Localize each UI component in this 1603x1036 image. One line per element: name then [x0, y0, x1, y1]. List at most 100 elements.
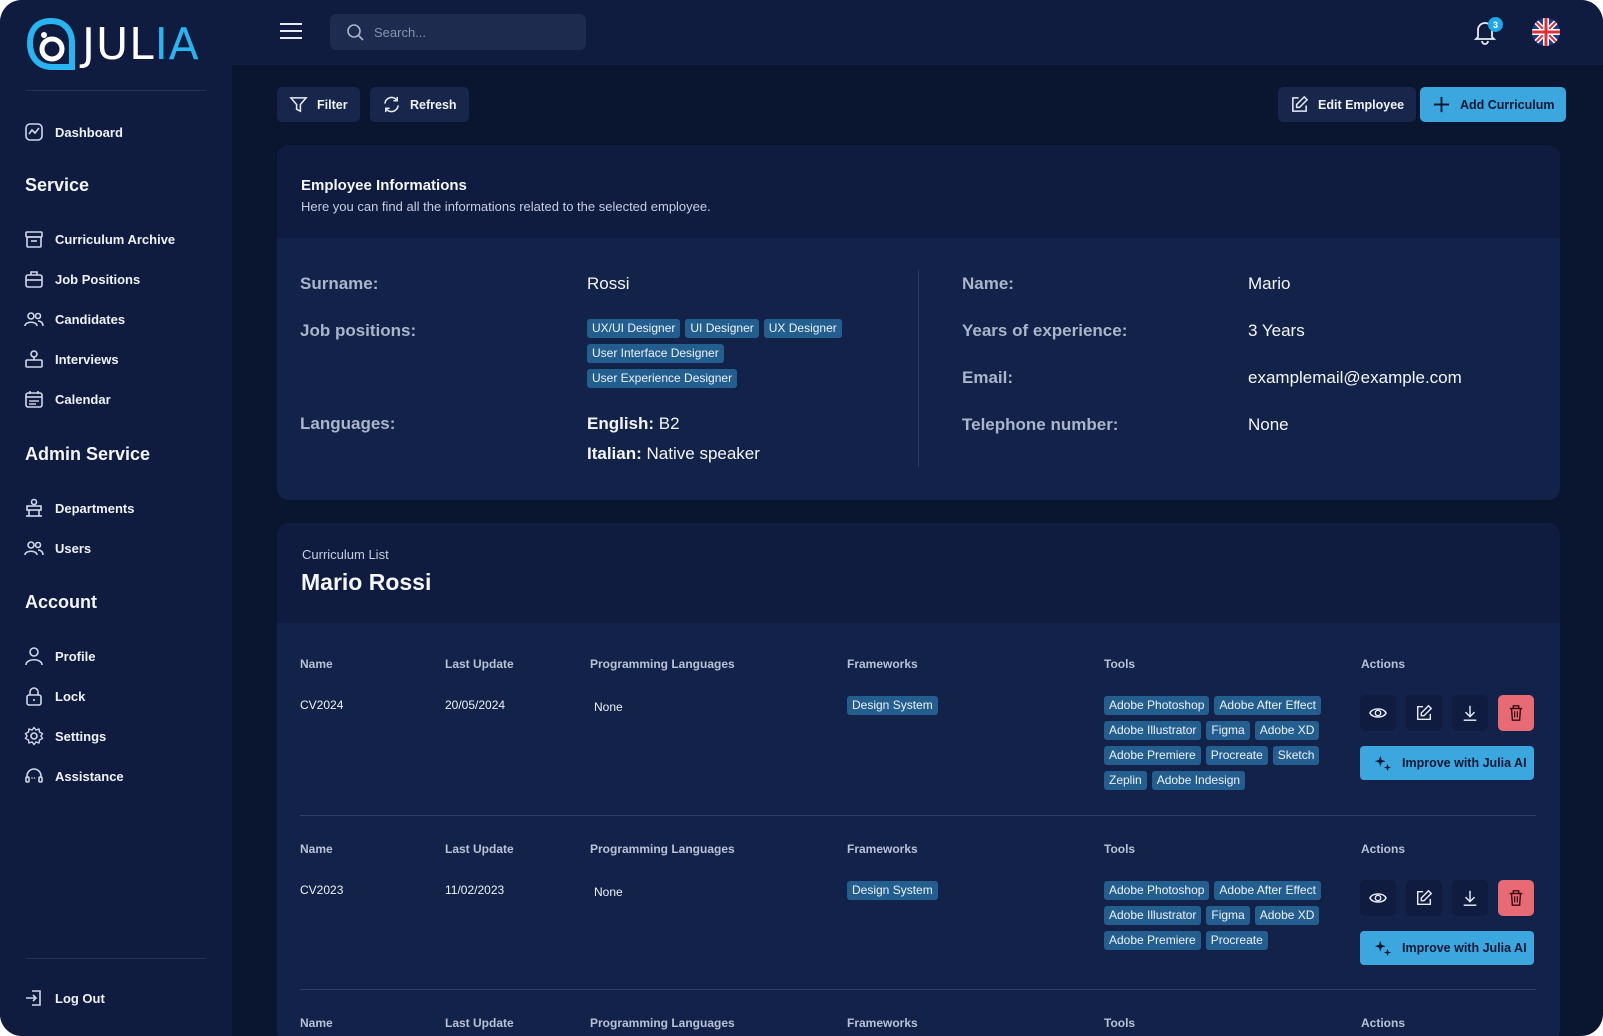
section-heading-account: Account: [25, 592, 97, 612]
edit-cv-button[interactable]: [1406, 695, 1442, 731]
row-divider: [300, 989, 1536, 990]
tool-tag: Adobe XD: [1254, 906, 1320, 925]
tool-tag: Adobe Illustrator: [1104, 906, 1202, 925]
sidebar-item-label: Profile: [55, 648, 96, 664]
cv-frameworks: Design System: [847, 696, 938, 715]
edit-employee-button[interactable]: Edit Employee: [1278, 87, 1417, 122]
cv-tools-row: Adobe Premiere Procreate: [1104, 931, 1268, 950]
sidebar-item-logout[interactable]: Log Out: [24, 986, 105, 1010]
sidebar-item-users[interactable]: Users: [24, 536, 91, 560]
sidebar-item-assistance[interactable]: Assistance: [24, 764, 124, 788]
tool-tag: Figma: [1206, 721, 1250, 740]
sidebar-divider: [26, 90, 206, 91]
download-cv-button[interactable]: [1452, 880, 1488, 916]
sidebar-item-lock[interactable]: Lock: [24, 684, 85, 708]
sidebar-item-profile[interactable]: Profile: [24, 644, 95, 668]
sidebar-item-label: Log Out: [55, 990, 105, 1006]
refresh-button[interactable]: Refresh: [370, 87, 469, 122]
column-header-actions: Actions: [1361, 657, 1406, 671]
tool-tag: Sketch: [1272, 746, 1320, 765]
julia-logo[interactable]: JULIA: [26, 16, 200, 72]
uk-flag-icon[interactable]: [1532, 18, 1560, 46]
languages-label: Languages:: [300, 414, 396, 433]
sidebar-item-departments[interactable]: Departments: [24, 496, 134, 520]
interview-icon: [25, 350, 43, 368]
tool-tag: Adobe Photoshop: [1104, 696, 1210, 715]
email-value: examplemail@example.com: [1248, 368, 1462, 387]
delete-cv-button[interactable]: [1498, 880, 1534, 916]
sidebar-item-calendar[interactable]: Calendar: [24, 387, 111, 411]
download-cv-button[interactable]: [1452, 695, 1488, 731]
filter-button[interactable]: Filter: [277, 87, 360, 122]
improve-label: Improve with Julia AI: [1402, 756, 1527, 770]
sidebar-item-label: Curriculum Archive: [55, 231, 176, 247]
view-cv-button[interactable]: [1360, 880, 1396, 916]
hamburger-menu-icon[interactable]: [279, 21, 303, 41]
framework-tag: Design System: [847, 881, 938, 900]
add-curriculum-button[interactable]: Add Curriculum: [1420, 87, 1567, 122]
tool-tag: Adobe After Effect: [1214, 881, 1321, 900]
tool-tag: Zeplin: [1104, 771, 1147, 790]
tool-tag: Adobe Premiere: [1104, 746, 1201, 765]
cv-tools-row: Adobe Illustrator Figma Adobe XD: [1104, 721, 1320, 740]
sidebar-item-label: Dashboard: [55, 124, 123, 140]
sidebar-item-label: Settings: [55, 728, 107, 744]
view-cv-button[interactable]: [1360, 695, 1396, 731]
sparkle-icon: [1374, 940, 1392, 957]
sidebar-divider: [26, 958, 206, 959]
surname-value: Rossi: [587, 274, 630, 293]
column-header-frameworks: Frameworks: [847, 657, 918, 671]
cv-last-update: 11/02/2023: [445, 883, 505, 897]
column-header-tools: Tools: [1104, 657, 1136, 671]
curriculum-owner-name: Mario Rossi: [301, 569, 432, 595]
job-position-tag: User Experience Designer: [587, 369, 738, 388]
tool-tag: Adobe Premiere: [1104, 931, 1201, 950]
name-label: Name:: [962, 274, 1014, 293]
framework-tag: Design System: [847, 696, 938, 715]
phone-value: None: [1248, 415, 1289, 434]
edit-cv-button[interactable]: [1406, 880, 1442, 916]
search-input[interactable]: [374, 24, 564, 40]
download-icon: [1463, 890, 1477, 906]
improve-with-julia-ai-button[interactable]: Improve with Julia AI: [1360, 746, 1534, 780]
years-value: 3 Years: [1248, 321, 1305, 340]
download-icon: [1463, 705, 1477, 721]
improve-with-julia-ai-button[interactable]: Improve with Julia AI: [1360, 931, 1534, 965]
edit-employee-label: Edit Employee: [1318, 97, 1405, 112]
employee-info-subtitle: Here you can find all the informations r…: [301, 199, 711, 214]
column-header-last-update: Last Update: [445, 842, 514, 856]
add-curriculum-label: Add Curriculum: [1460, 97, 1555, 112]
column-header-tools: Tools: [1104, 1016, 1136, 1030]
tool-tag: Adobe Photoshop: [1104, 881, 1210, 900]
employee-info-title: Employee Informations: [301, 177, 467, 194]
sidebar-item-dashboard[interactable]: Dashboard: [24, 120, 123, 144]
sidebar-item-settings[interactable]: Settings: [24, 724, 106, 748]
dashboard-icon: [25, 123, 43, 141]
edit-icon: [1416, 704, 1433, 721]
job-position-tag: UI Designer: [685, 319, 759, 338]
cv-programming-languages: None: [594, 885, 623, 899]
column-header-programming-languages: Programming Languages: [590, 842, 735, 856]
sidebar-item-interviews[interactable]: Interviews: [24, 347, 119, 371]
section-heading-admin-service: Admin Service: [25, 444, 151, 464]
job-position-tag: UX/UI Designer: [587, 319, 681, 338]
sidebar-item-curriculum-archive[interactable]: Curriculum Archive: [24, 227, 175, 251]
users-icon: [24, 312, 44, 327]
app-frame: JULIA Dashboard Service Curriculum Archi…: [0, 0, 1603, 1036]
cv-tools-row: Adobe Photoshop Adobe After Effect: [1104, 696, 1321, 715]
phone-label: Telephone number:: [962, 415, 1119, 434]
sidebar-item-label: Calendar: [55, 391, 111, 407]
info-column-divider: [918, 270, 919, 467]
job-positions-label: Job positions:: [300, 321, 417, 340]
job-positions-row-3: User Experience Designer: [587, 369, 738, 388]
email-label: Email:: [962, 368, 1014, 387]
tool-tag: Adobe Indesign: [1151, 771, 1246, 790]
column-header-name: Name: [300, 842, 333, 856]
name-value: Mario: [1248, 274, 1291, 293]
delete-cv-button[interactable]: [1498, 695, 1534, 731]
sidebar-item-candidates[interactable]: Candidates: [24, 307, 125, 331]
trash-icon: [1509, 890, 1523, 906]
sidebar-item-job-positions[interactable]: Job Positions: [24, 267, 140, 291]
column-header-frameworks: Frameworks: [847, 842, 918, 856]
plus-icon: [1433, 96, 1450, 113]
